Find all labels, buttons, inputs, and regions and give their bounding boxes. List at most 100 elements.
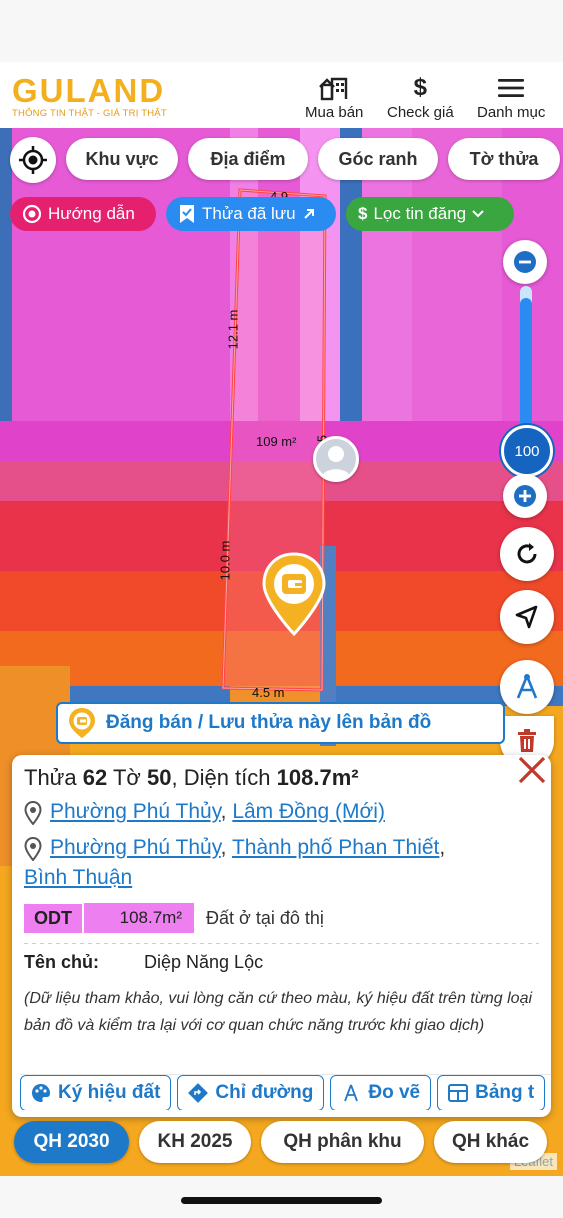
area-label: 109 m² xyxy=(256,434,297,449)
zoom-value-knob[interactable]: 100 xyxy=(501,425,553,477)
compass-measure-icon xyxy=(344,1084,359,1102)
user-avatar-marker[interactable] xyxy=(313,436,359,482)
map-zone-commercial xyxy=(0,631,563,686)
map-zone-band xyxy=(0,461,563,501)
tab-qh-phan-khu[interactable]: QH phân khu xyxy=(261,1121,424,1163)
filter-pill-label: Lọc tin đăng xyxy=(373,204,467,223)
person-icon xyxy=(321,446,351,479)
saved-pill-label: Thửa đã lưu xyxy=(202,204,296,223)
bookmark-check-icon xyxy=(180,205,194,223)
location-old-province: Bình Thuận xyxy=(24,865,539,891)
zoom-slider[interactable] xyxy=(520,286,532,434)
sheet-prefix: Tờ xyxy=(112,765,141,790)
directions-button[interactable]: Chỉ đường xyxy=(177,1075,325,1110)
compass-measure-icon xyxy=(516,674,538,699)
menu-icon xyxy=(498,74,525,102)
chip-khu-vuc[interactable]: Khu vực xyxy=(66,138,178,180)
land-symbol-label: Ký hiệu đất xyxy=(58,1082,161,1103)
guide-pill-label: Hướng dẫn xyxy=(48,204,135,223)
navigation-arrow-icon xyxy=(515,605,538,629)
crosshair-icon xyxy=(19,146,47,174)
nav-danh-muc[interactable]: Danh mục xyxy=(477,74,545,121)
nav-check-gia-label: Check giá xyxy=(387,104,454,121)
saved-parcels-pill[interactable]: Thửa đã lưu xyxy=(166,197,336,231)
table-icon xyxy=(448,1084,469,1102)
nav-danh-muc-label: Danh mục xyxy=(477,104,546,121)
edge-label-left-lower: 10.0 m xyxy=(217,540,233,581)
table-button[interactable]: Bảng t xyxy=(437,1075,546,1110)
minus-icon xyxy=(514,251,536,273)
building-icon xyxy=(318,74,350,102)
logo-tagline: THÔNG TIN THẬT - GIÁ TRỊ THẬT xyxy=(12,108,167,119)
edge-label-left-upper: 12.1 m xyxy=(225,309,241,350)
directions-icon xyxy=(188,1083,209,1103)
dollar-icon: $ xyxy=(358,204,368,223)
guland-pin-icon xyxy=(69,708,95,738)
area-prefix: Diện tích xyxy=(183,765,271,790)
chip-dia-diem[interactable]: Địa điểm xyxy=(188,138,308,180)
logo-text: GULAND xyxy=(12,72,166,109)
divider xyxy=(24,943,539,944)
zoom-in-button[interactable] xyxy=(503,474,547,518)
parcel-number: 62 xyxy=(82,765,108,790)
sheet-number: 50 xyxy=(146,765,172,790)
measure-draw-button[interactable]: Đo vẽ xyxy=(330,1075,432,1110)
disclaimer-note: (Dữ liệu tham khảo, vui lòng căn cứ theo… xyxy=(24,990,533,1034)
owner-label: Tên chủ: xyxy=(24,952,99,972)
dollar-icon: $ xyxy=(413,74,428,101)
ward-link[interactable]: Phường Phú Thủy xyxy=(50,800,221,823)
app-header: GULAND THÔNG TIN THẬT - GIÁ TRỊ THẬT Mua… xyxy=(0,62,563,128)
refresh-icon xyxy=(517,543,537,564)
close-icon[interactable] xyxy=(517,755,547,794)
land-code-badge: ODT xyxy=(24,903,84,933)
guland-logo[interactable]: GULAND THÔNG TIN THẬT - GIÁ TRỊ THẬT xyxy=(12,72,167,119)
measure-draw-label: Đo vẽ xyxy=(368,1082,421,1103)
external-arrow-icon xyxy=(303,209,314,219)
land-symbol-button[interactable]: Ký hiệu đất xyxy=(20,1075,172,1110)
land-type-label: Đất ở tại đô thị xyxy=(206,907,324,928)
province-link-new[interactable]: Lâm Đồng (Mới) xyxy=(232,800,385,823)
title-prefix: Thửa xyxy=(24,765,77,790)
table-label: Bảng t xyxy=(475,1082,535,1103)
guide-pill[interactable]: Hướng dẫn xyxy=(10,197,156,231)
plus-icon xyxy=(514,485,536,507)
map-pin-icon[interactable] xyxy=(262,552,326,636)
listing-filter-pill[interactable]: $ Lọc tin đăng xyxy=(346,197,514,231)
chip-goc-ranh[interactable]: Góc ranh xyxy=(318,138,438,180)
nav-mua-ban[interactable]: Mua bán xyxy=(305,74,363,121)
target-icon xyxy=(22,204,42,224)
location-pin-icon xyxy=(24,801,42,825)
refresh-button[interactable] xyxy=(500,527,554,581)
tab-kh-2025[interactable]: KH 2025 xyxy=(139,1121,251,1163)
home-indicator[interactable] xyxy=(181,1197,382,1204)
ward-link-old[interactable]: Phường Phú Thủy xyxy=(50,836,221,859)
palette-icon xyxy=(32,1084,50,1102)
locate-button[interactable] xyxy=(10,137,56,183)
measure-button[interactable] xyxy=(500,660,554,714)
post-listing-banner[interactable]: Đăng bán / Lưu thửa này lên bản đồ xyxy=(56,702,505,744)
chip-to-thua[interactable]: Tờ thửa xyxy=(448,138,560,180)
action-buttons: Ký hiệu đất Chỉ đường Đo vẽ Bảng t xyxy=(20,1074,551,1110)
land-use-row: ODT 108.7m² Đất ở tại đô thị xyxy=(24,903,539,933)
directions-label: Chỉ đường xyxy=(215,1082,314,1103)
post-listing-label: Đăng bán / Lưu thửa này lên bản đồ xyxy=(106,712,432,733)
city-link[interactable]: Thành phố Phan Thiết xyxy=(232,836,439,859)
parcel-area: 108.7m² xyxy=(276,765,359,790)
land-area-badge: 108.7m² xyxy=(84,903,194,933)
province-link-old[interactable]: Bình Thuận xyxy=(24,865,132,891)
zoom-out-button[interactable] xyxy=(503,240,547,284)
location-pin-icon xyxy=(24,837,42,861)
parcel-title: Thửa 62 Tờ 50, Diện tích 108.7m² xyxy=(24,765,359,790)
chevron-down-icon xyxy=(472,210,484,218)
navigate-button[interactable] xyxy=(500,590,554,644)
app-root: Leaflet 4.9 12.1 m 109 m² 5 10.0 m 4.5 m… xyxy=(0,0,563,1218)
location-new: Phường Phú Thủy, Lâm Đồng (Mới) xyxy=(24,799,539,825)
trash-icon xyxy=(518,729,536,752)
zoom-slider-fill xyxy=(520,297,532,434)
location-old: Phường Phú Thủy, Thành phố Phan Thiết, xyxy=(24,835,539,861)
nav-check-gia[interactable]: $ Check giá xyxy=(387,74,454,121)
nav-mua-ban-label: Mua bán xyxy=(305,104,364,121)
tab-qh-khac[interactable]: QH khác xyxy=(434,1121,547,1163)
tab-qh-2030[interactable]: QH 2030 xyxy=(14,1121,129,1163)
edge-label-bottom: 4.5 m xyxy=(252,685,285,700)
